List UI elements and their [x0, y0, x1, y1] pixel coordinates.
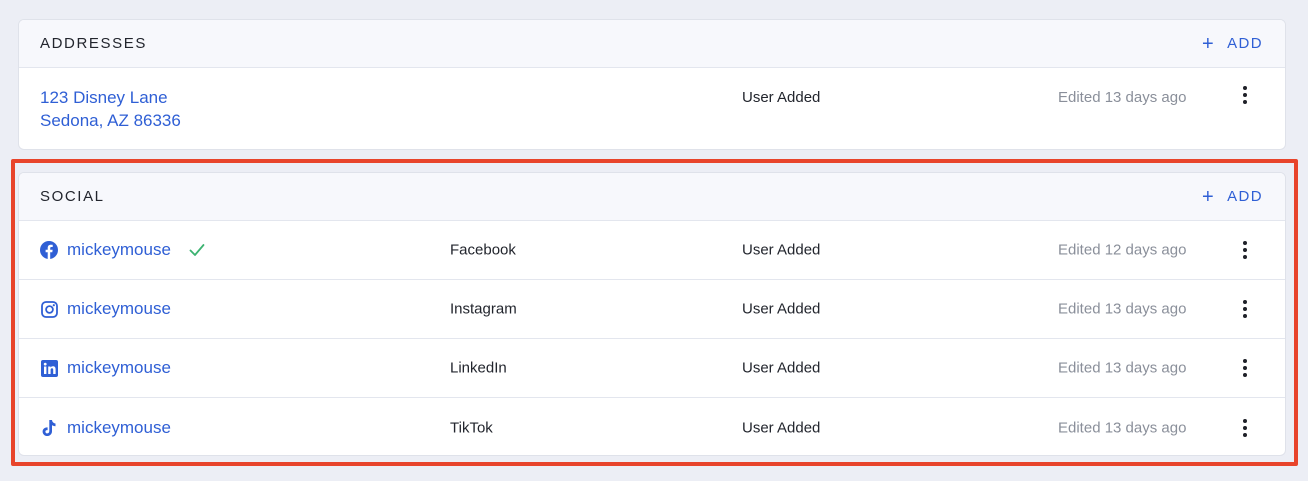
social-platform: Facebook [450, 241, 516, 259]
social-more-menu-icon[interactable] [1235, 239, 1255, 261]
social-row-facebook: mickeymouse Facebook User Added Edited 1… [19, 221, 1285, 280]
social-handle-wrap: mickeymouse [40, 299, 171, 319]
social-handle-wrap: mickeymouse [40, 418, 171, 438]
social-source: User Added [742, 359, 821, 377]
address-row: 123 Disney Lane Sedona, AZ 86336 User Ad… [19, 68, 1285, 149]
social-edited: Edited 13 days ago [1058, 419, 1187, 436]
social-edited: Edited 13 days ago [1058, 359, 1187, 377]
social-handle-link[interactable]: mickeymouse [67, 299, 171, 319]
add-social-label: ADD [1227, 188, 1263, 205]
social-more-menu-icon[interactable] [1235, 417, 1255, 439]
social-handle-wrap: mickeymouse [40, 240, 205, 260]
social-title: SOCIAL [40, 188, 105, 205]
linkedin-icon [40, 359, 58, 377]
address-link[interactable]: 123 Disney Lane Sedona, AZ 86336 [40, 86, 181, 132]
social-more-menu-icon[interactable] [1235, 298, 1255, 320]
social-header: SOCIAL + ADD [19, 173, 1285, 221]
social-handle-link[interactable]: mickeymouse [67, 240, 171, 260]
plus-icon: + [1202, 185, 1216, 208]
social-platform: TikTok [450, 419, 493, 436]
address-source: User Added [742, 89, 821, 106]
social-edited: Edited 12 days ago [1058, 241, 1187, 259]
address-line1: 123 Disney Lane [40, 88, 168, 107]
social-handle-wrap: mickeymouse [40, 358, 171, 378]
addresses-header: ADDRESSES + ADD [19, 20, 1285, 68]
tiktok-icon [40, 419, 58, 437]
social-edited: Edited 13 days ago [1058, 300, 1187, 318]
verified-check-icon [189, 243, 205, 257]
social-platform: LinkedIn [450, 359, 507, 377]
social-handle-link[interactable]: mickeymouse [67, 418, 171, 438]
social-more-menu-icon[interactable] [1235, 357, 1255, 379]
addresses-card: ADDRESSES + ADD 123 Disney Lane Sedona, … [18, 19, 1286, 150]
social-row-linkedin: mickeymouse LinkedIn User Added Edited 1… [19, 339, 1285, 398]
addresses-title: ADDRESSES [40, 35, 147, 52]
social-platform: Instagram [450, 300, 517, 318]
address-more-menu-icon[interactable] [1235, 84, 1255, 106]
instagram-icon [40, 300, 58, 318]
social-row-instagram: mickeymouse Instagram User Added Edited … [19, 280, 1285, 339]
address-edited: Edited 13 days ago [1058, 89, 1187, 106]
social-row-tiktok: mickeymouse TikTok User Added Edited 13 … [19, 398, 1285, 455]
address-line2: Sedona, AZ 86336 [40, 111, 181, 130]
social-source: User Added [742, 241, 821, 259]
add-address-button[interactable]: + ADD [1202, 34, 1263, 54]
social-card: SOCIAL + ADD mickeymouse Facebook User A… [18, 172, 1286, 456]
social-source: User Added [742, 419, 821, 436]
social-source: User Added [742, 300, 821, 318]
social-handle-link[interactable]: mickeymouse [67, 358, 171, 378]
add-address-label: ADD [1227, 35, 1263, 52]
facebook-icon [40, 241, 58, 259]
plus-icon: + [1202, 32, 1216, 55]
add-social-button[interactable]: + ADD [1202, 187, 1263, 207]
